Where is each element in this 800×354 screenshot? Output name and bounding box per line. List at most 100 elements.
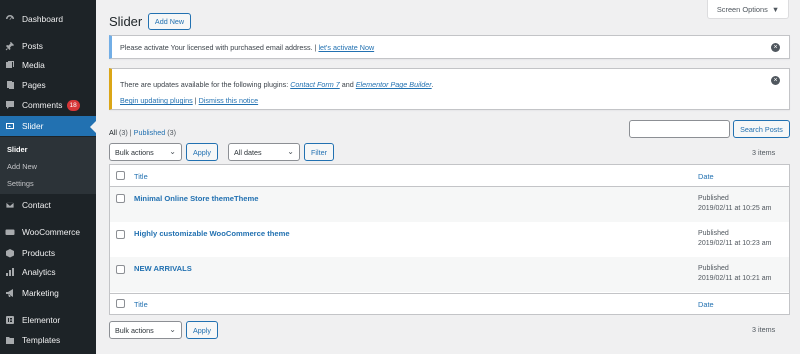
megaphone-icon [5,288,15,298]
column-date-header[interactable]: Date [698,172,714,181]
dates-filter-value: All dates [234,147,262,157]
submenu-slider[interactable]: Slider [7,145,28,154]
media-icon [5,60,15,70]
period-text: . [431,80,434,89]
license-notice: Please activate Your licensed with purch… [109,35,790,59]
row-title-link[interactable]: Highly customizable WooCommerce theme [134,229,290,238]
page-title: Slider [109,14,143,29]
pin-icon [5,41,15,51]
menu-media[interactable]: Media [0,55,96,75]
search-input[interactable] [629,120,730,138]
dismiss-icon[interactable]: × [771,43,780,52]
elementor-icon [5,315,15,325]
dismiss-notice-link[interactable]: Dismiss this notice [199,96,259,105]
menu-label: Dashboard [22,14,63,24]
activate-now-link[interactable]: let's activate Now [318,43,374,52]
menu-slider[interactable]: Slider [0,116,96,136]
menu-label: Pages [22,80,46,90]
chevron-down-icon: ⌄ [287,147,294,156]
updates-text: There are updates available for the foll… [120,80,289,89]
items-count: 3 items [752,148,776,157]
row-checkbox[interactable] [116,230,125,239]
row-date: 2019/02/11 at 10:25 am [698,205,772,212]
mail-icon [5,200,15,210]
slider-submenu: Slider Add New Settings [0,137,96,194]
view-published-count: (3) [167,128,177,137]
table-row: NEW ARRIVALS Published 2019/02/11 at 10:… [110,257,789,292]
row-title-link[interactable]: NEW ARRIVALS [134,264,192,273]
items-count-bottom: 3 items [752,325,776,334]
menu-analytics[interactable]: Analytics [0,262,96,282]
filter-button[interactable]: Filter [304,143,334,161]
menu-label: Products [22,248,56,258]
chevron-down-icon: ⌄ [169,325,176,334]
table-header: Title Date [110,165,789,186]
box-icon [5,248,15,258]
license-notice-text: Please activate Your licensed with purch… [120,43,317,52]
menu-woocommerce[interactable]: WooCommerce [0,222,96,242]
posts-table: Title Date Minimal Online Store themeThe… [109,164,790,315]
row-checkbox[interactable] [116,194,125,203]
menu-dashboard[interactable]: Dashboard [0,9,96,29]
menu-label: Media [22,60,45,70]
column-date-footer[interactable]: Date [698,300,714,309]
view-all-count: (3) [119,128,128,137]
search-posts-button[interactable]: Search Posts [733,120,790,138]
comment-icon [5,100,15,110]
select-all-checkbox[interactable] [116,171,125,180]
row-status: Published [698,265,729,272]
menu-label: Comments [22,100,63,110]
menu-label: Templates [22,335,61,345]
begin-updating-link[interactable]: Begin updating plugins [120,96,193,105]
separator: | [194,96,197,105]
dismiss-icon[interactable]: × [771,76,780,85]
bulk-actions-select-bottom[interactable]: Bulk actions ⌄ [109,321,182,339]
bar-chart-icon [5,267,15,277]
comments-count-badge: 18 [66,99,80,111]
view-published[interactable]: Published [134,128,166,137]
and-text: and [341,80,354,89]
add-new-button[interactable]: Add New [148,13,191,30]
row-date: 2019/02/11 at 10:23 am [698,240,772,247]
row-date: 2019/02/11 at 10:21 am [698,275,772,282]
column-title-header[interactable]: Title [134,172,148,181]
row-checkbox[interactable] [116,265,125,274]
view-all[interactable]: All [109,128,117,137]
submenu-add-new[interactable]: Add New [7,162,37,171]
woo-icon [5,227,15,237]
apply-button[interactable]: Apply [186,143,218,161]
dates-filter-select[interactable]: All dates ⌄ [228,143,300,161]
screen-options-button[interactable]: Screen Options ▼ [707,0,789,19]
screen-options-label: Screen Options [716,4,768,14]
menu-posts[interactable]: Posts [0,36,96,56]
bulk-actions-select[interactable]: Bulk actions ⌄ [109,143,182,161]
menu-label: Elementor [22,315,61,325]
select-all-checkbox[interactable] [116,299,125,308]
row-title-link[interactable]: Minimal Online Store themeTheme [134,194,258,203]
submenu-settings[interactable]: Settings [7,179,34,188]
elementor-link[interactable]: Elementor Page Builder [356,80,432,89]
menu-contact[interactable]: Contact [0,195,96,215]
row-status: Published [698,230,729,237]
separator: | [129,128,132,137]
menu-templates[interactable]: Templates [0,330,96,350]
table-footer: Title Date [110,294,789,315]
bulk-actions-value: Bulk actions [115,325,154,335]
post-status-filter: All (3) | Published (3) [109,128,176,137]
dashboard-icon [5,14,15,24]
column-title-footer[interactable]: Title [134,300,148,309]
menu-comments[interactable]: Comments 18 [0,95,96,115]
apply-button-bottom[interactable]: Apply [186,321,218,339]
table-row: Highly customizable WooCommerce theme Pu… [110,222,789,257]
menu-pages[interactable]: Pages [0,75,96,95]
menu-label: Slider [22,121,44,131]
chevron-down-icon: ⌄ [169,147,176,156]
contact-form-7-link[interactable]: Contact Form 7 [290,80,340,89]
menu-label: Contact [22,200,51,210]
menu-label: Posts [22,41,43,51]
menu-products[interactable]: Products [0,243,96,263]
table-row: Minimal Online Store themeTheme Publishe… [110,187,789,222]
admin-sidebar: Dashboard Posts Media Pages Comments 18 … [0,0,96,354]
menu-elementor[interactable]: Elementor [0,310,96,330]
menu-marketing[interactable]: Marketing [0,283,96,303]
